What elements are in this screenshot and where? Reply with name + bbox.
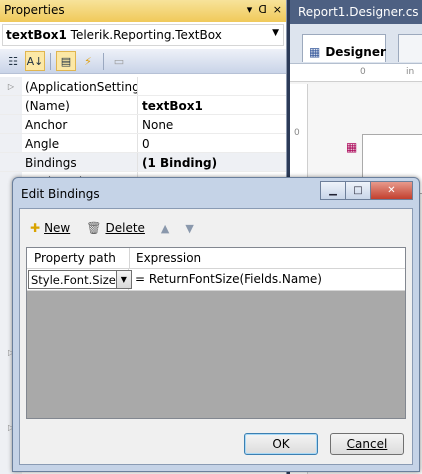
object-type: Telerik.Reporting.TextBox — [70, 28, 222, 42]
property-pages-icon[interactable]: ▭ — [109, 51, 129, 71]
expand-icon[interactable]: ▷ — [0, 77, 22, 95]
categorized-icon[interactable]: ☷ — [3, 51, 23, 71]
designer-tab[interactable]: ▦ Designer — [302, 34, 386, 62]
object-name: textBox1 — [6, 28, 67, 42]
alphabetical-sort-icon[interactable]: A↓ — [25, 51, 45, 71]
property-row[interactable]: ▷ (ApplicationSettings) — [0, 77, 286, 96]
cancel-button[interactable]: Cancel — [330, 433, 404, 455]
new-button[interactable]: ✚ New — [22, 221, 78, 235]
pin-icon[interactable]: ᗡ — [258, 3, 266, 16]
dialog-title: Edit Bindings — [21, 187, 100, 201]
designer-icon: ▦ — [309, 44, 321, 59]
properties-title: Properties — [4, 3, 65, 17]
preview-tab[interactable] — [398, 34, 422, 62]
edit-bindings-dialog: Edit Bindings ▁ □ ✕ ✚ New 🗑 Delete ▲ ▼ P… — [12, 177, 420, 472]
close-icon[interactable]: × — [273, 3, 282, 16]
dialog-body: ✚ New 🗑 Delete ▲ ▼ Property path Express… — [19, 208, 413, 465]
chevron-down-icon[interactable]: ▼ — [272, 28, 279, 38]
expression-cell[interactable]: = ReturnFontSize(Fields.Name) — [129, 269, 405, 290]
property-row[interactable]: Angle 0 — [0, 134, 286, 153]
properties-view-icon[interactable]: ▤ — [56, 51, 76, 71]
ok-button[interactable]: OK — [244, 433, 318, 455]
minimize-icon[interactable]: ▁ — [320, 181, 346, 200]
calculator-icon: ▦ — [346, 140, 358, 154]
object-selector[interactable]: textBox1 Telerik.Reporting.TextBox ▼ — [2, 24, 284, 46]
properties-toolbar: ☷ A↓ ▤ ⚡ ▭ — [0, 49, 286, 74]
close-icon[interactable]: ✕ — [370, 181, 413, 200]
bindings-toolbar: ✚ New 🗑 Delete ▲ ▼ — [22, 216, 410, 240]
events-lightning-icon[interactable]: ⚡ — [78, 51, 98, 71]
bindings-table: Property path Expression Style.Font.Size… — [26, 247, 406, 419]
new-icon: ✚ — [30, 221, 41, 235]
trash-icon: 🗑 — [86, 221, 102, 235]
property-path-combo[interactable]: Style.Font.Size ▼ — [28, 270, 132, 289]
properties-title-bar: Properties ▾ ᗡ × — [0, 0, 286, 22]
delete-button[interactable]: 🗑 Delete — [78, 221, 153, 235]
property-row[interactable]: Anchor None — [0, 115, 286, 134]
property-row[interactable]: (Name) textBox1 — [0, 96, 286, 115]
horizontal-ruler: 0 in — [290, 64, 422, 82]
move-up-icon[interactable]: ▲ — [153, 222, 177, 235]
toolbar-divider — [50, 52, 51, 70]
column-header: Property path — [28, 248, 130, 268]
property-row-bindings[interactable]: Bindings (1 Binding) — [0, 153, 286, 172]
designer-view-tabs: ▦ Designer — [290, 24, 422, 64]
toolbar-divider — [103, 52, 104, 70]
maximize-icon[interactable]: □ — [345, 181, 371, 200]
document-tab[interactable]: Report1.Designer.cs — [290, 0, 422, 24]
column-header: Expression — [136, 251, 202, 265]
move-down-icon[interactable]: ▼ — [177, 222, 201, 235]
dialog-title-bar: Edit Bindings ▁ □ ✕ — [13, 178, 419, 208]
table-row[interactable]: Style.Font.Size ▼ = ReturnFontSize(Field… — [27, 269, 405, 291]
dropdown-icon[interactable]: ▾ — [247, 3, 253, 16]
table-header: Property path Expression — [27, 248, 405, 269]
